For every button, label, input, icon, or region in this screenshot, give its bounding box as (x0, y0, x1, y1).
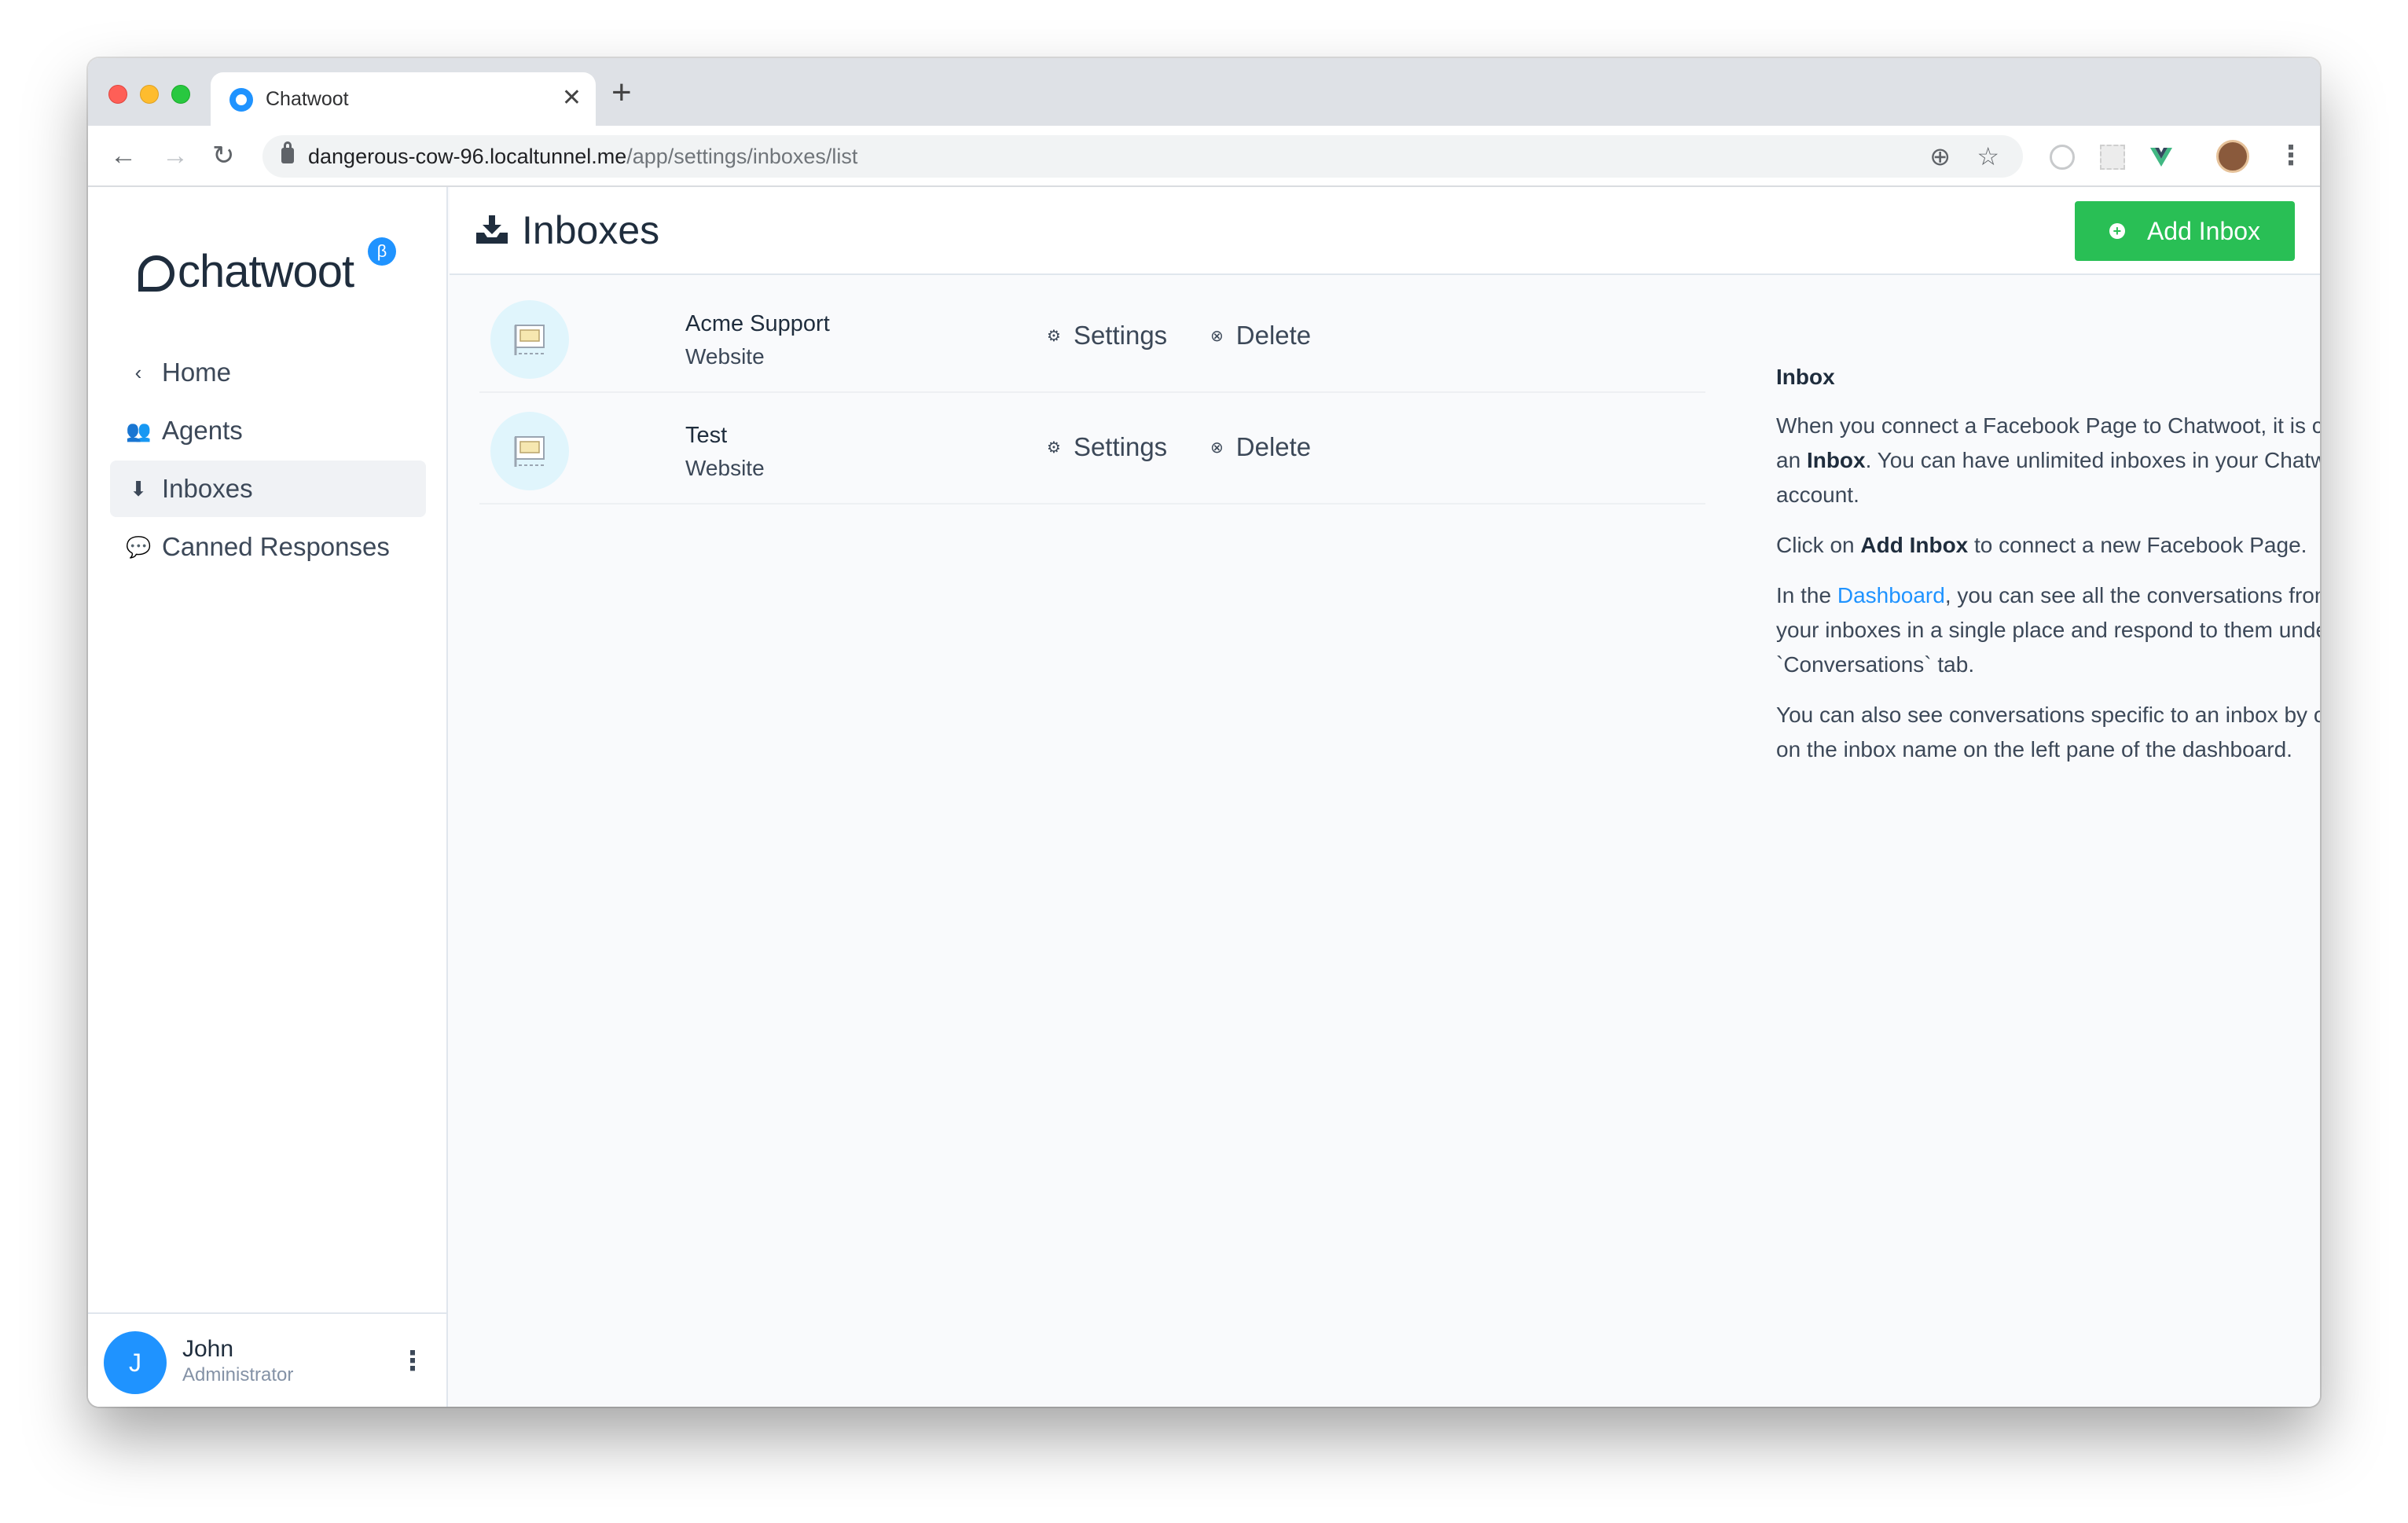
avatar[interactable]: J (104, 1331, 167, 1394)
help-paragraph: You can also see conversations specific … (1776, 703, 2320, 762)
page-header: Inboxes + Add Inbox (450, 187, 2320, 275)
tab-strip: Chatwoot ✕ + (88, 58, 2320, 126)
website-channel-icon (490, 412, 569, 490)
address-bar[interactable]: dangerous-cow-96.localtunnel.me/app/sett… (262, 135, 2023, 178)
inbox-icon (476, 215, 508, 251)
inbox-name[interactable]: Acme Support (685, 311, 830, 337)
browser-menu-icon[interactable]: ⋮ (2278, 140, 2304, 171)
sidebar-item-inboxes[interactable]: ⬇ Inboxes (110, 461, 426, 517)
user-profile[interactable]: J John Administrator ⋮ (88, 1312, 446, 1407)
reload-icon[interactable]: ↻ (212, 140, 235, 171)
inbox-list: Acme Support Website ⚙ Settings ⊗ Delete T… (479, 281, 1705, 505)
vue-devtools-icon[interactable] (2149, 145, 2174, 170)
lock-icon (281, 141, 294, 163)
inbox-type: Website (685, 344, 765, 369)
forward-arrow-icon[interactable]: → (162, 140, 189, 171)
main-content: Inboxes + Add Inbox Acme Support Website… (450, 187, 2320, 1407)
inbox-name[interactable]: Test (685, 423, 727, 449)
plus-circle-icon: + (2109, 223, 2125, 239)
help-heading: Inbox (1776, 365, 1835, 389)
gear-icon: ⚙ (1047, 439, 1061, 457)
chatwoot-favicon-icon (229, 88, 253, 112)
sidebar-item-label: Home (162, 358, 232, 387)
table-row[interactable]: Test Website ⚙ Settings ⊗ Delete (479, 393, 1705, 505)
help-panel: Inbox When you connect a Facebook Page t… (1776, 360, 2320, 783)
browser-tab[interactable]: Chatwoot ✕ (211, 72, 596, 126)
sidebar-item-label: Canned Responses (162, 532, 390, 561)
user-role: Administrator (182, 1364, 294, 1385)
back-arrow-icon[interactable]: ← (110, 140, 137, 171)
qr-extension-icon[interactable] (2100, 145, 2125, 170)
browser-window: Chatwoot ✕ + ← → ↻ dangerous-cow-96.loca… (88, 58, 2320, 1407)
tab-title: Chatwoot (266, 88, 349, 110)
profile-avatar-icon[interactable] (2216, 140, 2249, 173)
bookmark-star-icon[interactable]: ☆ (1977, 143, 1999, 170)
new-tab-button[interactable]: + (611, 75, 632, 110)
help-paragraph: Click on Add Inbox to connect a new Face… (1776, 533, 2307, 557)
close-circle-icon: ⊗ (1210, 327, 1224, 345)
delete-button[interactable]: ⊗ Delete (1210, 432, 1311, 462)
settings-button[interactable]: ⚙ Settings (1047, 321, 1167, 350)
website-channel-icon (490, 300, 569, 379)
url-text: dangerous-cow-96.localtunnel.me/app/sett… (308, 145, 858, 168)
dashboard-link[interactable]: Dashboard (1837, 583, 1945, 607)
chatwoot-logo-icon (138, 255, 174, 292)
install-app-icon[interactable]: ⊕ (1929, 143, 1951, 170)
timer-extension-icon[interactable] (2050, 145, 2075, 170)
browser-toolbar: ← → ↻ dangerous-cow-96.localtunnel.me/ap… (88, 126, 2320, 187)
chatwoot-app: chatwoot β ‹ Home 👥 Agents ⬇ Inboxes 💬 C… (88, 187, 2320, 1407)
table-row[interactable]: Acme Support Website ⚙ Settings ⊗ Delete (479, 281, 1705, 393)
gear-icon: ⚙ (1047, 327, 1061, 345)
add-inbox-button[interactable]: + Add Inbox (2075, 201, 2295, 261)
sidebar-item-agents[interactable]: 👥 Agents (110, 402, 426, 459)
sidebar-item-home[interactable]: ‹ Home (110, 344, 426, 401)
delete-button[interactable]: ⊗ Delete (1210, 321, 1311, 350)
add-inbox-label: Add Inbox (2146, 216, 2261, 245)
settings-button[interactable]: ⚙ Settings (1047, 432, 1167, 462)
minimize-window-button[interactable] (140, 85, 159, 104)
chevron-left-icon: ‹ (134, 360, 142, 384)
sidebar-item-canned-responses[interactable]: 💬 Canned Responses (110, 519, 426, 575)
sidebar: chatwoot β ‹ Home 👥 Agents ⬇ Inboxes 💬 C… (88, 187, 448, 1407)
close-tab-icon[interactable]: ✕ (562, 83, 582, 113)
inbox-icon: ⬇ (130, 476, 147, 501)
maximize-window-button[interactable] (171, 85, 190, 104)
more-options-icon[interactable]: ⋮ (399, 1345, 426, 1377)
sidebar-item-label: Agents (162, 416, 243, 445)
user-name: John (182, 1336, 234, 1362)
help-paragraph: When you connect a Facebook Page to Chat… (1776, 413, 2320, 507)
chatwoot-logo[interactable]: chatwoot (138, 245, 354, 298)
inbox-type: Website (685, 456, 765, 480)
help-paragraph: In the Dashboard, you can see all the co… (1776, 583, 2320, 677)
sidebar-nav: ‹ Home 👥 Agents ⬇ Inboxes 💬 Canned Respo… (110, 344, 426, 577)
close-circle-icon: ⊗ (1210, 439, 1224, 457)
close-window-button[interactable] (108, 85, 127, 104)
agents-icon: 👥 (126, 418, 152, 442)
page-title: Inboxes (522, 208, 660, 252)
sidebar-item-label: Inboxes (162, 474, 253, 503)
chat-bubble-icon: 💬 (126, 534, 152, 559)
beta-badge: β (368, 237, 396, 266)
